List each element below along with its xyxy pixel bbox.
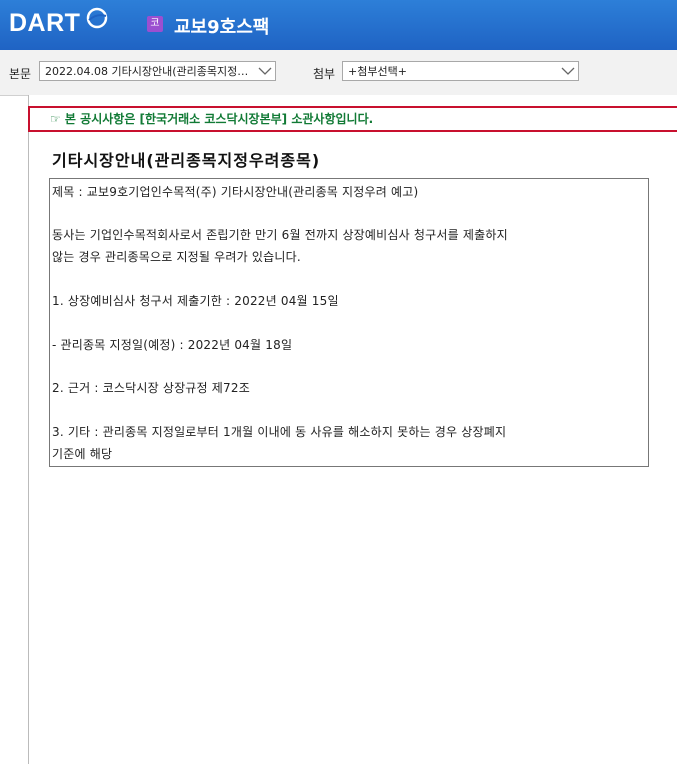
body-line: - 관리종목 지정일(예정) : 2022년 04월 18일 <box>52 338 293 352</box>
dart-swirl-icon <box>86 7 108 29</box>
body-select[interactable]: 2022.04.08 기타시장안내(관리종목지정… <box>39 61 276 81</box>
body-line: 기준에 해당 <box>52 447 113 461</box>
body-line: 3. 기타 : 관리종목 지정일로부터 1개월 이내에 동 사유를 해소하지 못… <box>52 425 507 439</box>
market-badge: 코 <box>147 16 163 32</box>
body-select-value: 2022.04.08 기타시장안내(관리종목지정… <box>45 65 249 78</box>
attach-select[interactable]: +첨부선택+ <box>342 61 579 81</box>
body-line: 제목 : 교보9호기업인수목적(주) 기타시장안내(관리종목 지정우려 예고) <box>52 185 419 199</box>
dart-logo[interactable]: DART <box>9 9 80 38</box>
header-bar: DART 코 교보9호스팩 <box>0 0 677 50</box>
body-line: 동사는 기업인수목적회사로서 존립기한 만기 6월 전까지 상장예비심사 청구서… <box>52 228 508 242</box>
jurisdiction-notice: ☞ 본 공시사항은 [한국거래소 코스닥시장본부] 소관사항입니다. <box>28 106 677 132</box>
body-line: 1. 상장예비심사 청구서 제출기한 : 2022년 04월 15일 <box>52 294 339 308</box>
document-body: 제목 : 교보9호기업인수목적(주) 기타시장안내(관리종목 지정우려 예고) … <box>49 178 649 467</box>
chevron-down-icon <box>558 62 578 80</box>
body-line: 2. 근거 : 코스닥시장 상장규정 제72조 <box>52 381 250 395</box>
toolbar: 본문 2022.04.08 기타시장안내(관리종목지정… 첨부 +첨부선택+ <box>0 50 677 96</box>
chevron-down-icon <box>255 62 275 80</box>
attach-label: 첨부 <box>313 67 336 81</box>
document-title: 기타시장안내(관리종목지정우려종목) <box>52 151 321 170</box>
attach-select-value: +첨부선택+ <box>348 65 407 78</box>
company-name[interactable]: 교보9호스팩 <box>174 13 269 39</box>
body-label: 본문 <box>9 67 32 81</box>
body-line: 않는 경우 관리종목으로 지정될 우려가 있습니다. <box>52 250 301 264</box>
